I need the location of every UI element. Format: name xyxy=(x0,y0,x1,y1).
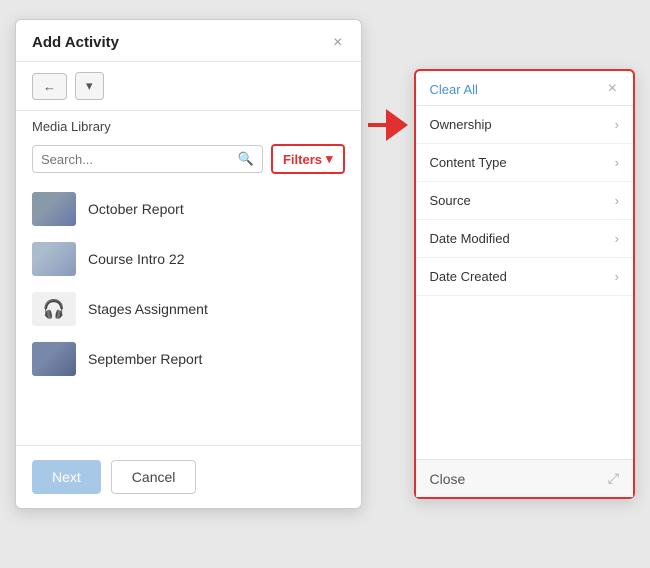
arrow-head xyxy=(386,109,408,141)
cancel-button[interactable]: Cancel xyxy=(111,460,197,494)
filter-item-ownership[interactable]: Ownership › xyxy=(416,106,633,144)
filter-item-date-modified[interactable]: Date Modified › xyxy=(416,220,633,258)
arrow-shaft xyxy=(368,123,386,127)
section-label: Media Library xyxy=(16,111,361,138)
filter-item-label: Date Modified xyxy=(430,231,510,246)
media-item[interactable]: 🎧 Stages Assignment xyxy=(16,284,361,334)
filter-item-content-type[interactable]: Content Type › xyxy=(416,144,633,182)
filters-button[interactable]: Filters ▾ xyxy=(271,144,345,174)
resize-icon: ⤢ xyxy=(608,470,619,487)
dialog-title: Add Activity xyxy=(32,34,119,51)
filter-item-label: Source xyxy=(430,193,471,208)
media-item-title: Course Intro 22 xyxy=(88,251,185,267)
filter-panel: Clear All × Ownership › Content Type › S… xyxy=(414,69,635,499)
filters-label: Filters xyxy=(283,152,322,167)
back-icon: ← xyxy=(43,79,56,94)
filter-item-label: Content Type xyxy=(430,155,507,170)
filter-item-source[interactable]: Source › xyxy=(416,182,633,220)
dropdown-icon: ▾ xyxy=(86,78,93,94)
filter-close-button-bottom[interactable]: Close xyxy=(430,471,466,487)
dialog-close-button[interactable]: × xyxy=(331,35,344,51)
media-item-title: September Report xyxy=(88,351,202,367)
media-thumbnail xyxy=(32,242,76,276)
filter-item-date-created[interactable]: Date Created › xyxy=(416,258,633,296)
chevron-right-icon: › xyxy=(615,155,619,170)
media-item[interactable]: September Report xyxy=(16,334,361,384)
back-button[interactable]: ← xyxy=(32,73,67,100)
clear-all-link[interactable]: Clear All xyxy=(430,82,478,97)
main-dialog: Add Activity × ← ▾ Media Library 🔍 Filte… xyxy=(15,19,362,509)
chevron-right-icon: › xyxy=(615,269,619,284)
media-thumbnail xyxy=(32,342,76,376)
next-button[interactable]: Next xyxy=(32,460,101,494)
filter-panel-footer: Close ⤢ xyxy=(416,459,633,497)
search-input-wrap: 🔍 xyxy=(32,145,263,173)
media-list: October Report Course Intro 22 🎧 Stages … xyxy=(16,180,361,445)
chevron-right-icon: › xyxy=(615,117,619,132)
media-item-title: Stages Assignment xyxy=(88,301,208,317)
search-input[interactable] xyxy=(41,152,234,167)
media-item-title: October Report xyxy=(88,201,184,217)
media-item[interactable]: October Report xyxy=(16,184,361,234)
chevron-right-icon: › xyxy=(615,193,619,208)
filter-close-button[interactable]: × xyxy=(606,81,619,97)
media-item[interactable]: Course Intro 22 xyxy=(16,234,361,284)
dialog-header: Add Activity × xyxy=(16,20,361,62)
filter-panel-header: Clear All × xyxy=(416,71,633,106)
chevron-right-icon: › xyxy=(615,231,619,246)
filter-item-label: Date Created xyxy=(430,269,507,284)
toolbar-dropdown-button[interactable]: ▾ xyxy=(75,72,104,100)
filter-item-label: Ownership xyxy=(430,117,492,132)
search-icon: 🔍 xyxy=(238,151,254,167)
media-thumbnail-audio: 🎧 xyxy=(32,292,76,326)
media-thumbnail xyxy=(32,192,76,226)
arrow-indicator xyxy=(362,109,414,141)
search-row: 🔍 Filters ▾ xyxy=(16,138,361,180)
filters-dropdown-icon: ▾ xyxy=(326,151,333,167)
dialog-toolbar: ← ▾ xyxy=(16,62,361,111)
dialog-footer: Next Cancel xyxy=(16,445,361,508)
